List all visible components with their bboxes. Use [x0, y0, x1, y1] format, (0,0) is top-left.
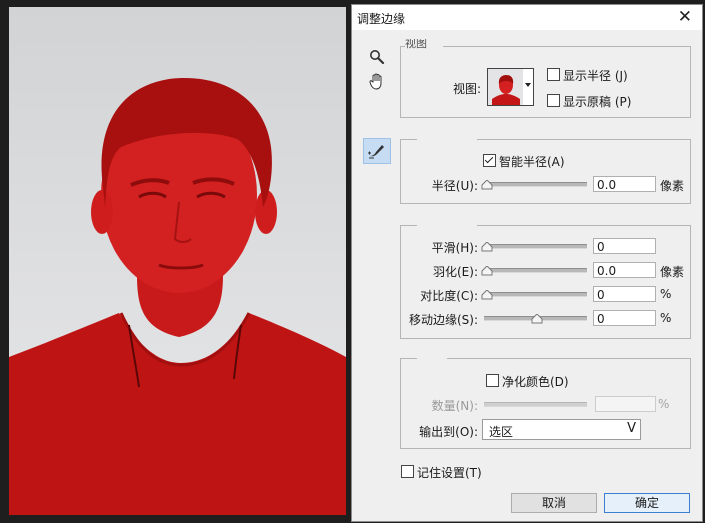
show-radius-checkbox[interactable] — [547, 68, 560, 81]
masked-portrait — [9, 78, 346, 515]
contrast-field[interactable]: 0 — [593, 286, 656, 302]
shirt-mask — [9, 313, 346, 515]
close-icon[interactable]: ✕ — [678, 7, 692, 27]
output-to-select[interactable]: 选区 V — [482, 419, 641, 440]
radius-field[interactable]: 0.0 — [593, 176, 656, 192]
amount-field — [595, 396, 656, 412]
ok-button[interactable]: 确定 — [604, 493, 690, 513]
contrast-slider[interactable] — [484, 292, 587, 297]
portrait-thumbnail-icon — [488, 69, 524, 105]
shift-edge-field[interactable]: 0 — [593, 310, 656, 326]
amount-label: 数量(N): — [431, 399, 478, 413]
feather-slider[interactable] — [484, 268, 587, 273]
cancel-button[interactable]: 取消 — [511, 493, 597, 513]
smart-radius-checkbox[interactable] — [483, 154, 496, 167]
edge-detection-group — [400, 136, 691, 204]
smooth-field[interactable]: 0 — [593, 238, 656, 254]
remember-settings-label: 记住设置(T) — [417, 466, 482, 480]
shift-edge-label: 移动边缘(S): — [408, 313, 478, 327]
output-to-label: 输出到(O): — [419, 425, 478, 439]
amount-slider — [484, 402, 587, 407]
contrast-unit: % — [660, 287, 672, 301]
remember-settings-checkbox[interactable] — [401, 465, 414, 478]
hand-icon — [369, 73, 382, 90]
decontaminate-checkbox[interactable] — [486, 374, 499, 387]
smooth-label: 平滑(H): — [431, 241, 478, 255]
contrast-label: 对比度(C): — [420, 289, 478, 303]
title-bar: 调整边缘 ✕ — [352, 5, 702, 30]
smooth-slider[interactable] — [484, 244, 587, 249]
radius-label: 半径(U): — [431, 179, 478, 193]
show-original-label: 显示原稿 (P) — [563, 95, 632, 109]
output-to-value: 选区 — [489, 425, 514, 439]
view-thumbnail[interactable] — [487, 68, 525, 106]
feather-label: 羽化(E): — [433, 265, 478, 279]
hand-tool[interactable] — [364, 69, 390, 93]
amount-unit: % — [658, 397, 670, 411]
view-label: 视图: — [453, 82, 482, 96]
radius-slider[interactable] — [484, 182, 587, 187]
view-mode-header: 视图 — [405, 39, 427, 49]
radius-unit: 像素 — [660, 179, 685, 193]
magnifier-icon — [370, 50, 385, 65]
zoom-tool[interactable] — [364, 45, 390, 69]
chevron-down-icon: V — [627, 421, 636, 436]
decontaminate-label: 净化颜色(D) — [502, 375, 569, 389]
image-preview[interactable] — [9, 7, 346, 515]
refine-edge-dialog: 调整边缘 ✕ 视图 视图: 显示半径 (J) 显示原稿 (P) 智能半径(A) … — [351, 4, 703, 522]
feather-unit: 像素 — [660, 265, 685, 279]
dialog-title: 调整边缘 — [357, 12, 406, 26]
view-mode-dropdown[interactable] — [523, 68, 534, 106]
show-radius-label: 显示半径 (J) — [563, 69, 628, 83]
smart-radius-label: 智能半径(A) — [499, 155, 565, 169]
view-mode-group: 视图 — [400, 39, 691, 118]
show-original-checkbox[interactable] — [547, 94, 560, 107]
refine-brush-icon — [368, 145, 384, 159]
feather-field[interactable]: 0.0 — [593, 262, 656, 278]
refine-radius-tool[interactable] — [363, 138, 391, 164]
shift-edge-unit: % — [660, 311, 672, 325]
